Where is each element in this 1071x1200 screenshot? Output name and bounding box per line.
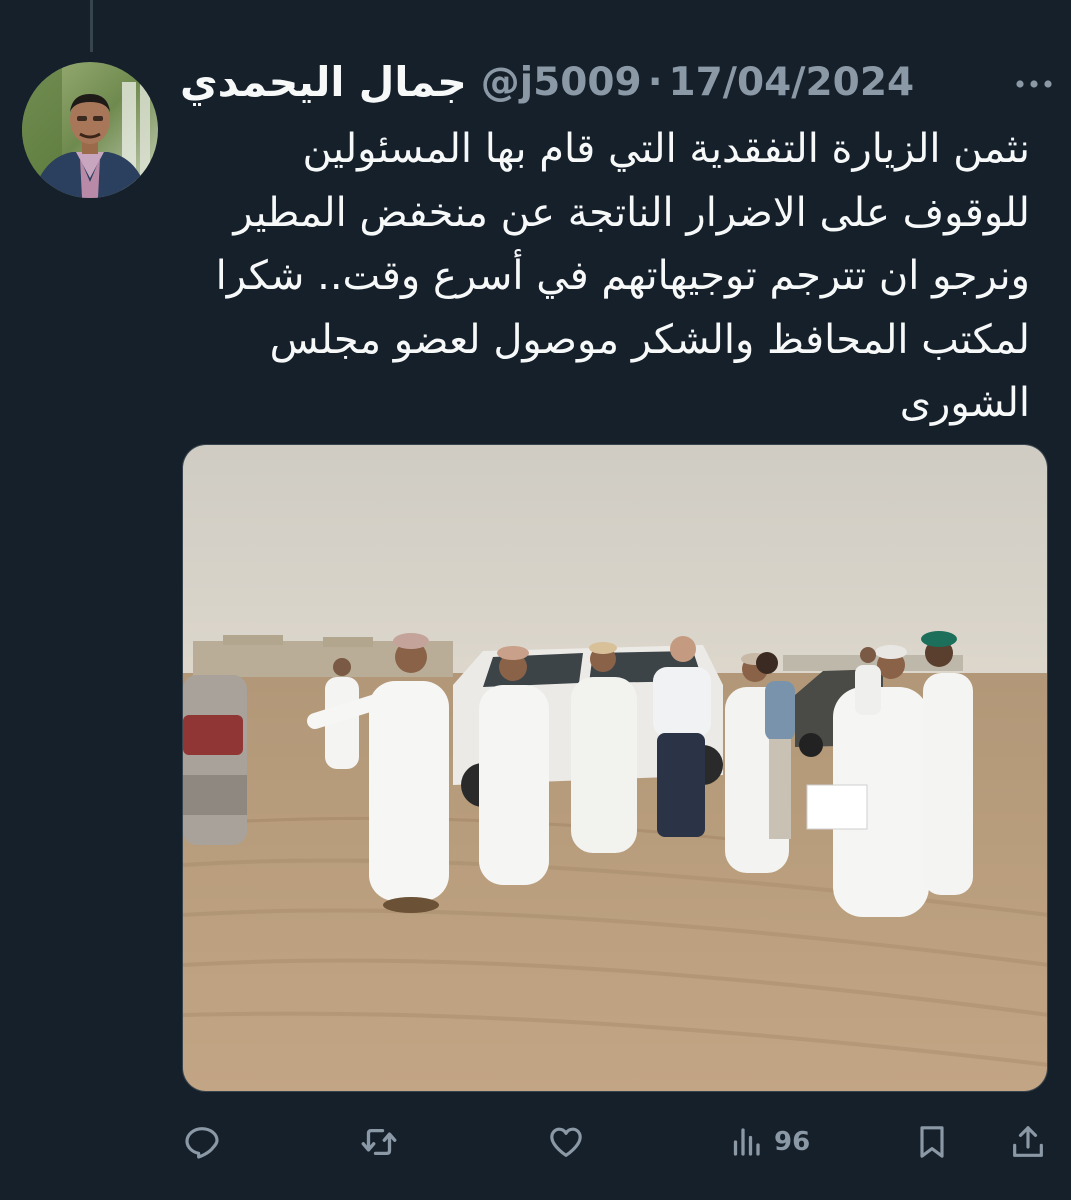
views-icon	[733, 1128, 760, 1156]
share-button[interactable]	[1008, 1112, 1048, 1172]
views-button[interactable]: 96	[728, 1112, 810, 1172]
avatar[interactable]	[22, 62, 158, 198]
like-button[interactable]	[546, 1112, 586, 1172]
header-separator: ·	[647, 59, 663, 105]
bookmark-button[interactable]	[912, 1112, 952, 1172]
more-icon	[1016, 80, 1052, 88]
bookmark-icon	[920, 1126, 944, 1158]
tweet-actions-bar: 96	[182, 1112, 1062, 1172]
author-handle[interactable]: @j5009	[481, 60, 642, 105]
share-icon	[1013, 1126, 1043, 1157]
retweet-icon	[361, 1128, 397, 1156]
heart-icon	[550, 1127, 582, 1157]
tweet-header: جمال اليحمدي @j5009 · 17/04/2024	[180, 52, 970, 112]
tweet-date[interactable]: 17/04/2024	[669, 60, 915, 105]
reply-icon	[185, 1127, 219, 1159]
tweet-text: نثمن الزيارة التفقدية التي قام بها المسئ…	[215, 126, 1030, 426]
reply-button[interactable]	[182, 1112, 222, 1172]
more-options-button[interactable]	[1010, 66, 1058, 102]
views-count: 96	[774, 1127, 811, 1157]
author-display-name[interactable]: جمال اليحمدي	[180, 58, 467, 106]
tweet-photo[interactable]	[182, 444, 1048, 1092]
thread-connector-line	[90, 0, 93, 52]
retweet-button[interactable]	[358, 1112, 400, 1172]
